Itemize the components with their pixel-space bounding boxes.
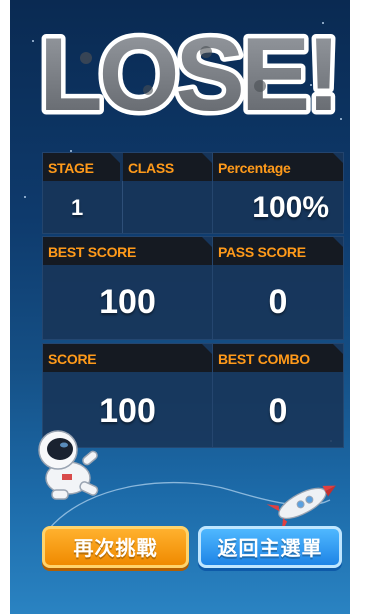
star [24, 196, 26, 198]
percentage-value: 100% [252, 191, 329, 224]
lose-title: LOSE! [38, 13, 338, 131]
score-label: SCORE [43, 344, 212, 372]
best-score-value: 100 [99, 283, 156, 321]
pass-score-value: 0 [268, 283, 288, 321]
best-combo-label: BEST COMBO [213, 344, 343, 372]
best-score-panel: BEST SCORE 100 [42, 236, 213, 340]
crater-dot [200, 46, 212, 58]
stage-label: STAGE [43, 153, 120, 181]
stage-class-panel: STAGE CLASS 1 [42, 152, 213, 234]
pass-score-panel: PASS SCORE 0 [212, 236, 344, 340]
game-over-screen: LOSE! STAGE CLASS 1 Percentage 100% BEST… [10, 0, 350, 614]
best-combo-panel: BEST COMBO 0 [212, 343, 344, 448]
lose-title-text: LOSE! [39, 17, 337, 130]
column-divider [122, 181, 123, 233]
class-label: CLASS [123, 153, 212, 181]
crater-dot [254, 80, 266, 92]
star [340, 118, 342, 120]
best-score-label: BEST SCORE [43, 237, 212, 265]
main-menu-button[interactable]: 返回主選單 [198, 526, 342, 568]
astronaut-icon [38, 430, 99, 500]
percentage-panel: Percentage 100% [212, 152, 344, 234]
best-combo-value: 0 [268, 392, 288, 430]
pass-score-label: PASS SCORE [213, 237, 343, 265]
crater-dot [80, 52, 92, 64]
star [32, 40, 34, 42]
percentage-label: Percentage [213, 153, 343, 181]
retry-button[interactable]: 再次挑戰 [42, 526, 189, 568]
rocket-icon [266, 485, 336, 530]
stage-value: 1 [71, 195, 84, 220]
crater-dot [143, 85, 153, 95]
